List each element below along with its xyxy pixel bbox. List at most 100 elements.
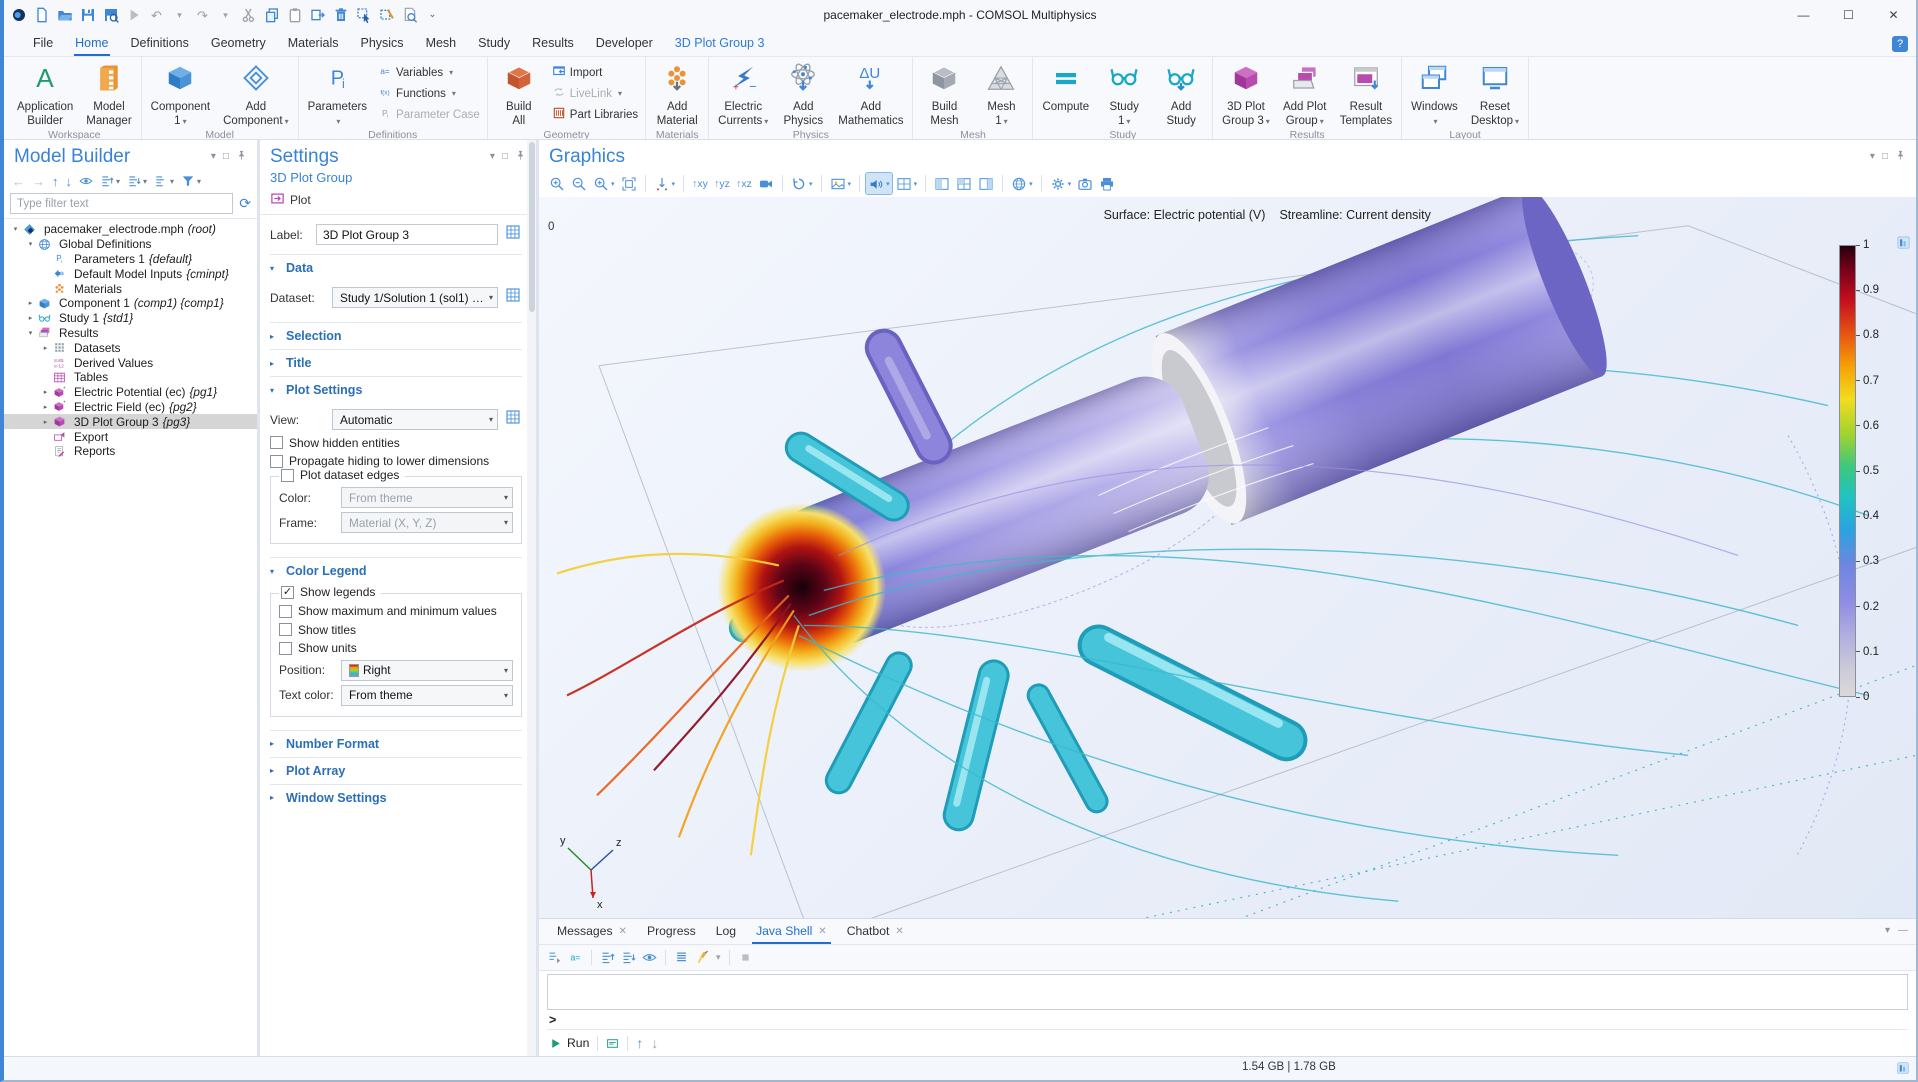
tree-item-default-model-inputs[interactable]: Default Model Inputs{cminpt} — [4, 266, 257, 281]
tree-expander[interactable]: ▾ — [25, 329, 36, 337]
expand-arrow-icon[interactable] — [600, 950, 615, 965]
chev-sm-icon[interactable]: ▾ — [716, 952, 721, 963]
globe-button[interactable]: ▾ — [1009, 173, 1035, 194]
ribbon-study-1[interactable]: Study1▾ — [1096, 58, 1152, 129]
tree-item-materials[interactable]: Materials — [4, 281, 257, 296]
pin-icon[interactable] — [236, 150, 247, 164]
scene-light-button[interactable]: ▾ — [866, 173, 892, 194]
select-view[interactable]: Automatic▾ — [332, 409, 498, 430]
collapse-toolbar-icon[interactable]: ⌄ — [424, 7, 441, 24]
menu-results[interactable]: Results — [521, 32, 585, 56]
checkbox-show-hidden-entities[interactable]: Show hidden entities — [270, 436, 522, 450]
section-header-selection[interactable]: ▸Selection — [270, 323, 522, 349]
rotate-button[interactable]: ▾ — [789, 173, 815, 194]
tree-item-reports[interactable]: Reports — [4, 444, 257, 459]
ribbon-electric-currents[interactable]: +−ElectricCurrents▾ — [712, 58, 774, 129]
tree-expander[interactable]: ▸ — [40, 388, 51, 396]
ribbon-add-component[interactable]: AddComponent▾ — [217, 58, 294, 129]
float-icon[interactable]: □ — [223, 151, 229, 162]
broom-icon[interactable] — [695, 950, 710, 965]
minimize-button[interactable]: — — [1781, 0, 1826, 30]
ribbon-model-manager[interactable]: ModelManager — [80, 58, 137, 129]
section-header-plot-settings[interactable]: ▾Plot Settings — [270, 377, 522, 403]
ribbon-import[interactable]: Import — [552, 63, 638, 82]
help-icon[interactable]: ? — [1892, 36, 1908, 52]
expand-arrow-icon[interactable]: ▾ — [100, 174, 120, 188]
view-yz-button[interactable]: ↑yz — [712, 173, 732, 194]
paste-icon[interactable] — [286, 7, 303, 24]
tree-options-icon[interactable]: ▾ — [154, 174, 174, 188]
win-first-button[interactable] — [932, 173, 952, 194]
go-default-view-button[interactable]: ▾ — [652, 173, 678, 194]
save-icon[interactable] — [79, 7, 96, 24]
play-icon[interactable] — [125, 7, 142, 24]
java-shell-input[interactable] — [547, 974, 1908, 1010]
ribbon-add-study[interactable]: AddStudy — [1153, 58, 1209, 129]
tab-messages[interactable]: Messages✕ — [547, 920, 637, 944]
move-up-icon[interactable]: ↑ — [52, 174, 59, 189]
camera-movie-button[interactable] — [756, 173, 776, 194]
node-insert-icon[interactable] — [547, 950, 562, 965]
tree-item-global-definitions[interactable]: ▾Global Definitions — [4, 237, 257, 252]
close-icon[interactable]: ✕ — [818, 926, 826, 937]
tree-expander[interactable]: ▾ — [25, 240, 36, 248]
cut-icon[interactable] — [240, 7, 257, 24]
panel-header-buttons[interactable]: ▾□ — [1870, 150, 1906, 164]
menu-mesh[interactable]: Mesh — [415, 32, 468, 56]
graphics-canvas[interactable]: Surface: Electric potential (V)Streamlin… — [539, 197, 1916, 918]
zoom-in-button[interactable] — [547, 173, 567, 194]
tree-filter-input[interactable] — [10, 193, 233, 214]
minimize-panel-icon[interactable]: — — [1898, 925, 1908, 936]
tree-item-datasets[interactable]: ▸Datasets — [4, 340, 257, 355]
camera-button[interactable] — [1075, 173, 1095, 194]
gear-button[interactable]: ▾ — [1048, 173, 1074, 194]
ribbon-windows[interactable]: Windows▾ — [1405, 58, 1464, 129]
select-dataset[interactable]: Study 1/Solution 1 (sol1) {dset1}▾ — [332, 287, 498, 308]
pin-icon[interactable] — [1895, 150, 1906, 164]
grid-split-button[interactable]: ▾ — [894, 173, 920, 194]
chev-sm-icon[interactable]: ▾ — [171, 7, 188, 24]
panel-header-buttons[interactable]: ▾□ — [211, 150, 247, 164]
settings-scrollbar[interactable] — [527, 140, 536, 1056]
save-search-icon[interactable] — [102, 7, 119, 24]
delete-icon[interactable] — [332, 7, 349, 24]
open-folder-icon[interactable] — [56, 7, 73, 24]
ribbon-functions[interactable]: f(x)Functions▾ — [378, 84, 480, 103]
menu-physics[interactable]: Physics — [349, 32, 414, 56]
console-icon[interactable] — [606, 1037, 619, 1050]
chev-sm-icon[interactable]: ▾ — [217, 7, 234, 24]
checkbox-show-units[interactable]: Show units — [279, 641, 513, 655]
tree-item-parameters-1[interactable]: PiParameters 1{default} — [4, 252, 257, 267]
plot-button[interactable]: Plot — [290, 193, 311, 207]
go-to-source-icon[interactable] — [504, 408, 522, 431]
zoom-extents-button[interactable] — [619, 173, 639, 194]
ribbon-compute[interactable]: Compute — [1036, 58, 1095, 129]
search-doc-icon[interactable] — [401, 7, 418, 24]
close-icon[interactable]: ✕ — [619, 926, 627, 937]
chevron-down-icon[interactable]: ▾ — [490, 151, 495, 162]
undo-icon[interactable]: ↶ — [148, 7, 165, 24]
ribbon-build-all[interactable]: BuildAll — [491, 58, 547, 129]
win-side-button[interactable] — [976, 173, 996, 194]
chevron-down-icon[interactable]: ▾ — [211, 151, 216, 162]
tree-expander[interactable]: ▸ — [40, 344, 51, 352]
arrow-down-icon[interactable]: ↓ — [651, 1035, 658, 1051]
pin-icon[interactable] — [515, 150, 526, 164]
nav-forward-icon[interactable]: → — [32, 174, 45, 189]
ribbon-livelink[interactable]: LiveLink▾ — [552, 84, 638, 103]
select-textcolor[interactable]: From theme▾ — [341, 685, 513, 706]
tree-item-electric-potential-ec[interactable]: ▸*Electric Potential (ec){pg1} — [4, 385, 257, 400]
section-header-title[interactable]: ▸Title — [270, 350, 522, 376]
tree-item-pacemaker-electrode-mph[interactable]: ▾pacemaker_electrode.mph(root) — [4, 222, 257, 237]
tree-item-electric-field-ec[interactable]: ▸*Electric Field (ec){pg2} — [4, 400, 257, 415]
tree-item-3d-plot-group-3[interactable]: ▸3D Plot Group 3{pg3} — [4, 414, 257, 429]
tab-java-shell[interactable]: Java Shell✕ — [746, 920, 837, 944]
section-header-window-settings[interactable]: ▸Window Settings — [270, 785, 522, 811]
refresh-icon[interactable]: ⟳ — [239, 195, 251, 212]
a-eq-t-icon[interactable]: a= — [568, 950, 583, 965]
tree-expander[interactable]: ▸ — [25, 314, 36, 322]
image-snap-button[interactable]: ▾ — [828, 173, 854, 194]
move-down-icon[interactable]: ↓ — [66, 174, 73, 189]
float-icon[interactable]: □ — [1882, 151, 1888, 162]
tree-item-study-1[interactable]: ▸Study 1{std1} — [4, 311, 257, 326]
